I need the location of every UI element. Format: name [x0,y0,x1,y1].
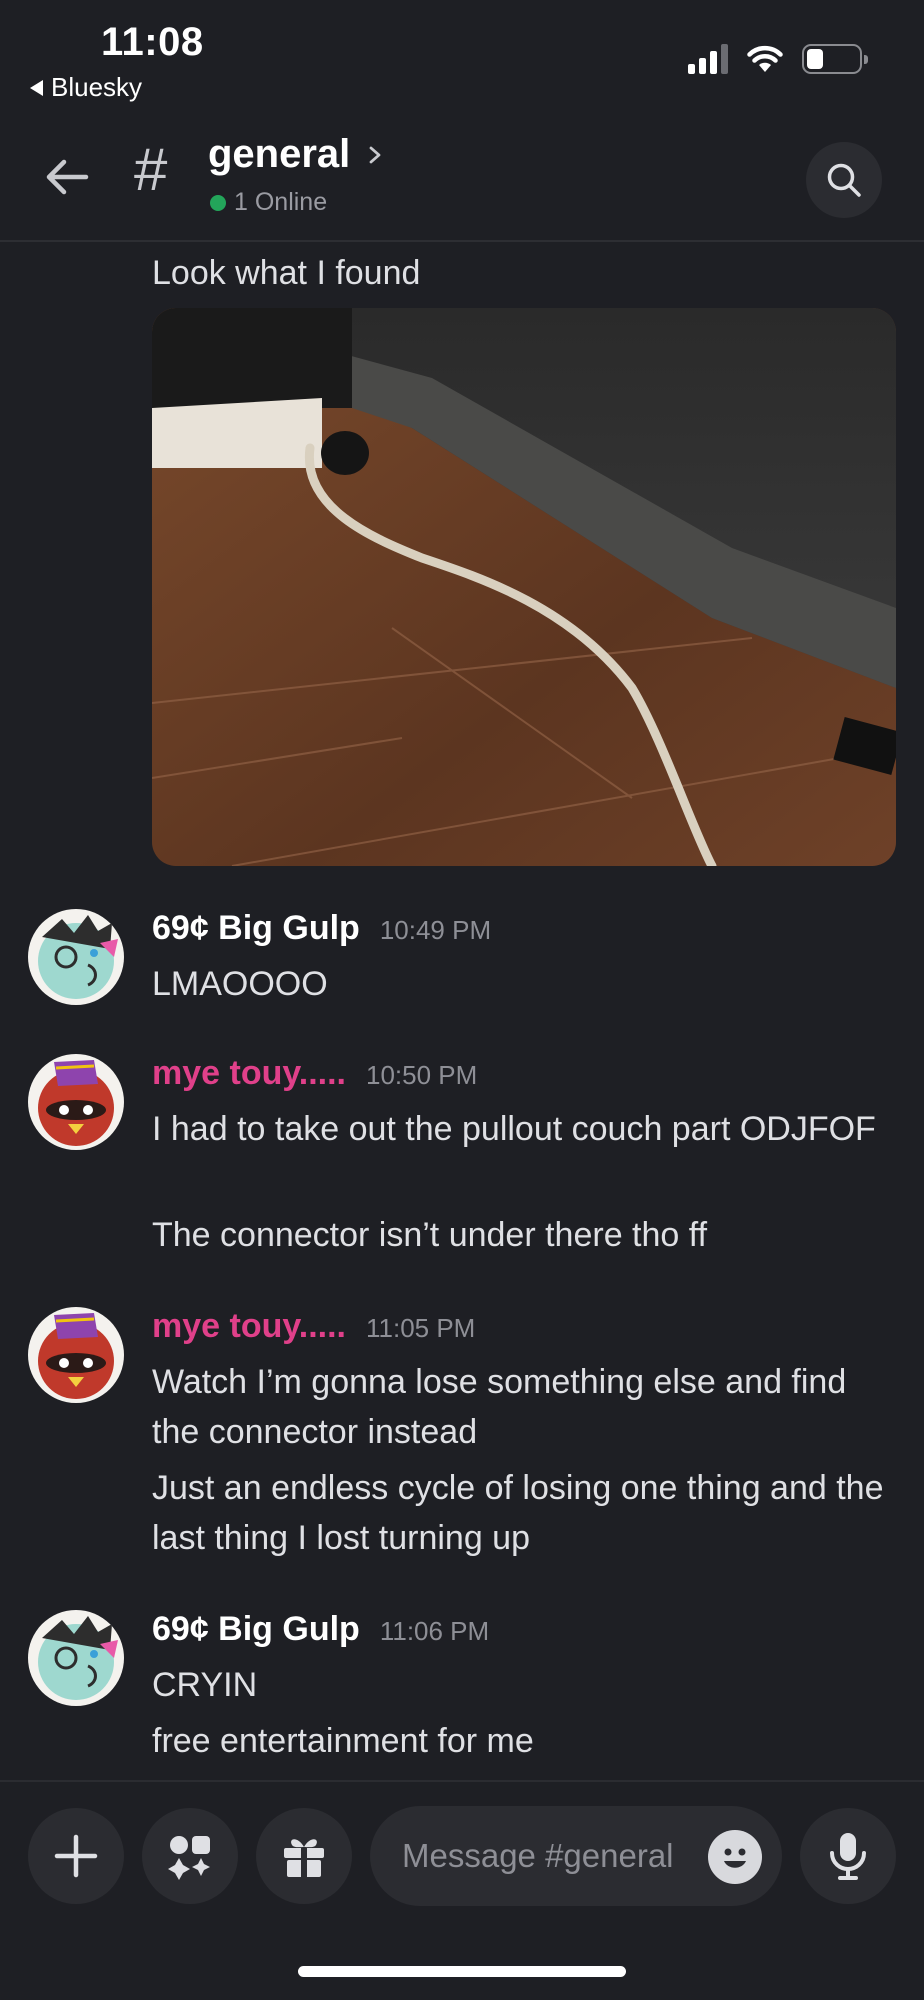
apps-sparkle-icon [168,1836,210,1880]
avatar[interactable] [28,1307,124,1403]
system-icons [688,44,868,74]
home-indicator[interactable] [298,1966,626,1977]
back-arrow-icon[interactable] [40,150,94,204]
message-text: CRYIN [152,1666,258,1704]
gift-button[interactable] [256,1808,352,1904]
message-list[interactable]: Look what I found 69¢ Big Gulp 10:49 PM … [0,244,924,1780]
apps-button[interactable] [142,1808,238,1904]
message-header: 69¢ Big Gulp 10:49 PM [152,909,491,948]
timestamp: 11:06 PM [379,1616,490,1646]
emoji-button[interactable] [708,1830,762,1884]
search-icon [827,163,861,197]
message-text: free entertainment for me [152,1722,534,1760]
message-header: mye touy..... 10:50 PM [152,1054,477,1093]
message-text: The connector isn’t under there tho ff [152,1216,708,1254]
avatar[interactable] [28,909,124,1005]
status-bar: 11:08 Bluesky [0,0,924,110]
microphone-icon [830,1833,866,1880]
photo-image [152,308,896,866]
add-attachment-button[interactable] [28,1808,124,1904]
plus-icon [54,1834,98,1878]
voice-message-button[interactable] [800,1808,896,1904]
message-composer: Message #general [0,1780,924,1930]
smiley-icon [724,1848,746,1868]
timestamp: 10:50 PM [365,1060,478,1090]
attached-photo[interactable] [152,308,896,866]
message-header: 69¢ Big Gulp 11:06 PM [152,1610,489,1649]
message-text: Just an endless cycle of losing one thin… [152,1469,884,1557]
chevron-right-icon [369,146,381,163]
online-dot-icon [210,194,226,211]
timestamp: 10:49 PM [379,915,492,945]
username[interactable]: 69¢ Big Gulp [152,909,360,948]
username[interactable]: mye touy..... [152,1307,346,1346]
username[interactable]: mye touy..... [152,1054,346,1093]
online-status: 1 Online [210,188,327,217]
screen: 11:08 Bluesky # general 1 Online Look wh… [0,0,924,2000]
message-input[interactable]: Message #general [370,1806,782,1906]
message-text: I had to take out the pullout couch part… [152,1110,876,1148]
message-text: LMAOOOO [152,965,328,1003]
online-count: 1 Online [234,188,328,216]
avatar[interactable] [28,1610,124,1706]
gift-icon [284,1839,324,1877]
avatar[interactable] [28,1054,124,1150]
message-text: Watch I’m gonna lose something else and … [152,1363,847,1451]
timestamp: 11:05 PM [365,1313,476,1343]
channel-name: general [208,132,351,176]
back-to-app-link[interactable]: Bluesky [30,72,142,103]
wifi-icon [747,45,783,72]
channel-hash-icon: # [134,136,168,203]
username[interactable]: 69¢ Big Gulp [152,1610,360,1649]
back-app-label: Bluesky [51,72,143,102]
back-triangle-icon [30,79,43,96]
message-input-placeholder: Message #general [402,1837,674,1874]
search-button[interactable] [806,142,882,218]
cellular-signal-icon [688,44,728,74]
message-header: mye touy..... 11:05 PM [152,1307,475,1346]
channel-title-button[interactable]: general [208,132,384,177]
battery-icon [802,44,868,74]
clock: 11:08 [101,20,204,64]
channel-header: # general 1 Online [0,110,924,242]
message-text: Look what I found [152,254,421,292]
